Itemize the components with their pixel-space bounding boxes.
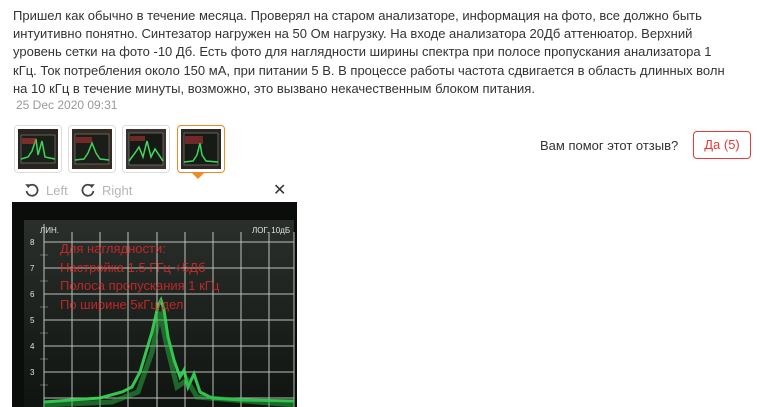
thumbnail-image	[18, 129, 58, 169]
overlay-line: Полоса пропускания 1 кГц	[60, 278, 220, 293]
rotate-left-icon	[25, 183, 39, 197]
thumbnail-4[interactable]	[177, 125, 225, 173]
photo-label-linear: ЛИН.	[40, 226, 59, 235]
scale-number: 3	[30, 368, 35, 377]
close-icon[interactable]: ✕	[273, 180, 286, 200]
image-viewer-toolbar: Left Right ✕	[12, 180, 297, 202]
helpful-question: Вам помог этот отзыв?	[540, 138, 679, 153]
overlay-line: Для наглядности:	[60, 241, 166, 256]
thumbnail-1[interactable]	[14, 125, 62, 173]
scale-number: 4	[30, 342, 35, 351]
photo-label-log: ЛОГ. 10дБ	[252, 226, 291, 235]
scale-number: 5	[30, 316, 35, 325]
rotate-right-button[interactable]: Right	[80, 182, 132, 198]
active-thumbnail-pointer	[192, 173, 204, 179]
overlay-line: Настройка 1.5 ГГц +5Дб	[60, 259, 206, 275]
photo-overlay-caption: Для наглядности: Настройка 1.5 ГГц +5Дб …	[60, 240, 219, 314]
thumbnail-3[interactable]	[122, 125, 170, 173]
rotate-left-label: Left	[46, 182, 68, 198]
thumbnail-image	[126, 129, 166, 169]
rotate-right-icon	[81, 183, 95, 197]
overlay-line: По ширине 5кГц/дел	[60, 296, 184, 312]
scale-number: 7	[30, 264, 35, 273]
review-text: Пришел как обычно в течение месяца. Пров…	[13, 8, 725, 96]
helpful-yes-button[interactable]: Да (5)	[693, 131, 751, 159]
thumbnail-image	[181, 129, 221, 169]
thumbnail-image	[72, 129, 112, 169]
review-date: 25 Dec 2020 09:31	[16, 98, 118, 112]
thumbnail-2[interactable]	[68, 125, 116, 173]
photo-viewer: ЛИН. ЛОГ. 10дБ 8 7 6 5 4 3 Для нагляднос…	[12, 202, 297, 407]
rotate-right-label: Right	[102, 182, 133, 198]
scale-number: 8	[30, 238, 35, 247]
scale-number: 6	[30, 290, 35, 299]
rotate-left-button[interactable]: Left	[24, 182, 68, 198]
